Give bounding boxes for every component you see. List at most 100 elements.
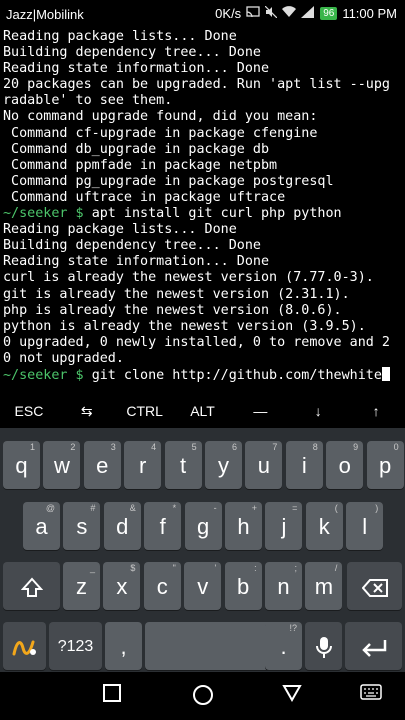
key-hint: 1 <box>29 442 35 452</box>
key-g[interactable]: -g <box>184 502 222 550</box>
up-arrow-key[interactable]: ↑ <box>347 394 405 428</box>
enter-icon <box>361 640 386 658</box>
terminal-text: apt install git curl php python <box>91 206 342 222</box>
key-f[interactable]: * f <box>144 502 182 550</box>
network-speed: 0K/s <box>215 6 242 21</box>
key-hint: ) <box>375 503 379 513</box>
carrier-name: Jazz|Mobilink <box>6 7 84 22</box>
terminal-text: No command upgrade found, did you mean: <box>3 109 318 125</box>
key-u[interactable]: 7u <box>245 441 283 489</box>
key-hint: ; <box>294 563 297 573</box>
key-hint: 7 <box>272 442 278 452</box>
key-hint: / <box>334 563 338 573</box>
key-hint: * <box>172 503 177 513</box>
terminal-line: Building dependency tree... Done <box>3 238 405 254</box>
terminal-output[interactable]: Reading package lists... Done Building de… <box>0 29 405 389</box>
microphone-icon <box>315 637 332 659</box>
terminal-text: python is already the newest version (3.… <box>3 318 366 334</box>
ctrl-key[interactable]: CTRL <box>116 394 174 428</box>
terminal-text: git clone http://github.com/thewhite <box>91 367 382 383</box>
key-h[interactable]: + h <box>225 502 262 550</box>
key-p[interactable]: 0p <box>366 441 404 489</box>
terminal-text: php is already the newest version (8.0.6… <box>3 302 342 318</box>
esc-key[interactable]: ESC <box>0 394 58 428</box>
key-b[interactable]: :b <box>224 562 262 610</box>
key-hint: 5 <box>191 442 197 452</box>
key-o[interactable]: 9o <box>326 441 364 489</box>
enter-key[interactable] <box>345 622 402 670</box>
alt-key[interactable]: ALT <box>174 394 232 428</box>
terminal-text: git is already the newest version (2.31.… <box>3 286 350 302</box>
terminal-line: 0 not upgraded. <box>3 351 405 367</box>
key-y[interactable]: 6y <box>205 441 242 489</box>
text-cursor <box>381 366 390 381</box>
terminal-text: Command ppmfade in package netpbm <box>3 157 278 173</box>
period-key[interactable]: !?. <box>265 622 302 670</box>
terminal-text: Command uftrace in package uftrace <box>3 189 286 205</box>
mute-icon <box>264 5 278 21</box>
soft-keyboard: 1 q 2 w 3 e 4 r 5 t 6 y 7 u 8 i 9 o 0 p @ a # s & d * f - g + h = j(k) l _ z… <box>0 428 405 672</box>
wifi-icon <box>282 6 297 21</box>
terminal-line: python is already the newest version (3.… <box>3 319 405 335</box>
recents-icon[interactable] <box>282 684 302 706</box>
key-z[interactable]: _ z <box>63 562 100 610</box>
terminal-line: ~/seeker $ apt install git curl php pyth… <box>3 206 405 222</box>
terminal-text: Reading state information... Done <box>3 61 270 77</box>
shift-icon <box>20 577 43 598</box>
back-icon[interactable] <box>103 684 121 706</box>
terminal-line: Command uftrace in package uftrace <box>3 190 405 206</box>
voice-key[interactable] <box>305 622 342 670</box>
key-hint: @ <box>45 503 55 513</box>
tab-key[interactable]: ⇆ <box>58 394 116 428</box>
key-c[interactable]: " c <box>143 562 181 610</box>
terminal-line: 0 upgraded, 0 newly installed, 0 to remo… <box>3 335 405 351</box>
key-x[interactable]: $ x <box>103 562 141 610</box>
shell-prompt: ~/seeker $ <box>3 367 92 383</box>
key-e[interactable]: 3e <box>83 441 121 489</box>
comma-key[interactable]: , <box>105 622 142 670</box>
terminal-text: Command db_upgrade in package db <box>3 141 270 157</box>
terminal-line: php is already the newest version (8.0.6… <box>3 303 405 319</box>
key-v[interactable]: ' v <box>184 562 222 610</box>
key-hint: & <box>129 503 136 513</box>
key-s[interactable]: # s <box>63 502 101 550</box>
home-icon[interactable] <box>192 684 214 710</box>
key-l[interactable]: ) l <box>346 502 384 550</box>
terminal-line: No command upgrade found, did you mean: <box>3 109 405 125</box>
key-a[interactable]: @ a <box>23 502 60 550</box>
terminal-line: Command pg_upgrade in package postgresql <box>3 174 405 190</box>
swype-key[interactable] <box>3 622 46 670</box>
terminal-text: 0 not upgraded. <box>3 350 124 366</box>
shift-key[interactable] <box>3 562 60 610</box>
key-hint: 9 <box>353 442 359 452</box>
key-hint: 6 <box>231 442 237 452</box>
down-arrow-key[interactable]: ↓ <box>289 394 347 428</box>
terminal-line: Building dependency tree... Done <box>3 45 405 61</box>
terminal-text: Reading package lists... Done <box>3 29 237 44</box>
terminal-line: curl is already the newest version (7.77… <box>3 270 405 286</box>
key-n[interactable]: ; n <box>265 562 302 610</box>
signal-icon <box>301 6 315 21</box>
key-i[interactable]: 8i <box>285 441 323 489</box>
key-q[interactable]: 1q <box>3 441 40 489</box>
key-t[interactable]: 5t <box>164 441 202 489</box>
backspace-key[interactable] <box>347 562 402 610</box>
key-hint: : <box>254 563 257 573</box>
key-m[interactable]: / m <box>305 562 343 610</box>
key-k[interactable]: (k <box>305 502 343 550</box>
dash-key[interactable]: — <box>231 394 289 428</box>
terminal-text: Building dependency tree... Done <box>3 45 261 61</box>
key-w[interactable]: 2w <box>43 441 81 489</box>
key-r[interactable]: 4r <box>124 441 162 489</box>
terminal-line: Command db_upgrade in package db <box>3 142 405 158</box>
terminal-text: Command pg_upgrade in package postgresql <box>3 173 334 189</box>
key-label: , <box>120 634 127 659</box>
key-d[interactable]: & d <box>103 502 141 550</box>
key-j[interactable]: = j <box>265 502 303 550</box>
key-hint: - <box>213 503 217 513</box>
key-hint: ( <box>334 503 338 513</box>
symbols-key[interactable]: ?123 <box>49 622 102 670</box>
keyboard-hide-icon[interactable] <box>360 684 382 704</box>
key-hint: 8 <box>312 442 318 452</box>
key-hint: 3 <box>110 442 116 452</box>
